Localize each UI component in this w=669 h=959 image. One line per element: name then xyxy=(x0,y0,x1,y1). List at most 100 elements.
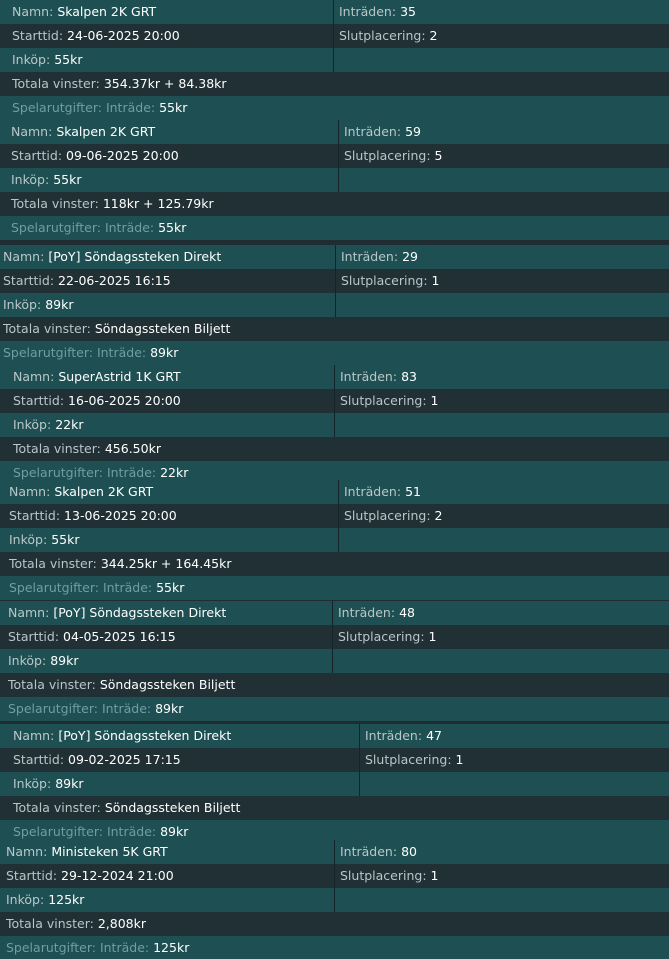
field-label: Slutplacering: xyxy=(344,148,431,163)
empty-cell xyxy=(338,528,669,552)
field-label: Inköp: xyxy=(8,653,47,668)
tournament-name: Namn: [PoY] Söndagssteken Direkt xyxy=(0,724,359,748)
tournament-name: Namn: Ministeken 5K GRT xyxy=(0,840,334,864)
field-label: Inköp: xyxy=(12,52,51,67)
field-value: [PoY] Söndagssteken Direkt xyxy=(53,605,227,620)
row-name: Namn: SuperAstrid 1K GRT Inträden: 83 xyxy=(0,365,669,389)
tournament-placement: Slutplacering: 5 xyxy=(338,144,669,168)
tournament-expenses: Spelarutgifter: Inträde: 55kr xyxy=(0,576,669,600)
field-value: 89kr xyxy=(55,776,84,791)
field-label: Inträde: xyxy=(101,701,152,716)
tournament-placement: Slutplacering: 1 xyxy=(335,269,669,293)
field-value: 09-06-2025 20:00 xyxy=(66,148,179,163)
row-expenses: Spelarutgifter: Inträde: 89kr xyxy=(0,697,669,721)
tournament-name: Namn: [PoY] Söndagssteken Direkt xyxy=(0,245,335,269)
row-start: Starttid: 22-06-2025 16:15 Slutplacering:… xyxy=(0,269,669,293)
tournament-card[interactable]: Namn: [PoY] Söndagssteken Direkt Inträden… xyxy=(0,724,669,844)
tournament-winnings: Totala vinster: 456.50kr xyxy=(0,437,669,461)
row-winnings: Totala vinster: Söndagssteken Biljett xyxy=(0,673,669,697)
field-value: 89kr xyxy=(45,297,74,312)
row-name: Namn: Ministeken 5K GRT Inträden: 80 xyxy=(0,840,669,864)
field-value: 1 xyxy=(455,752,464,767)
tournament-buyin: Inköp: 89kr xyxy=(0,649,332,673)
field-label: Inträden: xyxy=(344,484,402,499)
tournament-card[interactable]: Namn: Skalpen 2K GRT Inträden: 35 Starttid… xyxy=(0,0,669,120)
tournament-expenses: Spelarutgifter: Inträde: 125kr xyxy=(0,936,669,959)
tournament-winnings: Totala vinster: Söndagssteken Biljett xyxy=(0,796,669,820)
field-value: [PoY] Söndagssteken Direkt xyxy=(58,728,232,743)
field-value: 55kr xyxy=(156,580,185,595)
field-label: Inträden: xyxy=(365,728,423,743)
field-label: Slutplacering: xyxy=(339,28,426,43)
field-label: Inträden: xyxy=(341,249,399,264)
field-value: 1 xyxy=(430,868,439,883)
tournament-name: Namn: Skalpen 2K GRT xyxy=(0,0,333,24)
row-winnings: Totala vinster: 344.25kr + 164.45kr xyxy=(0,552,669,576)
field-value: 22kr xyxy=(55,417,84,432)
tournament-start-time: Starttid: 16-06-2025 20:00 xyxy=(0,389,334,413)
field-label: Spelarutgifter: xyxy=(12,100,102,115)
field-label: Spelarutgifter: xyxy=(11,220,101,235)
field-value: Söndagssteken Biljett xyxy=(94,321,231,336)
row-expenses: Spelarutgifter: Inträde: 55kr xyxy=(0,96,669,120)
tournament-card[interactable]: Namn: Skalpen 2K GRT Inträden: 51 Starttid… xyxy=(0,480,669,600)
field-label: Slutplacering: xyxy=(365,752,452,767)
tournament-card[interactable]: Namn: SuperAstrid 1K GRT Inträden: 83 Star… xyxy=(0,365,669,485)
row-winnings: Totala vinster: 2,808kr xyxy=(0,912,669,936)
field-label: Starttid: xyxy=(12,28,64,43)
field-value: SuperAstrid 1K GRT xyxy=(58,369,181,384)
row-expenses: Spelarutgifter: Inträde: 89kr xyxy=(0,341,669,365)
tournament-entries: Inträden: 35 xyxy=(333,0,669,24)
field-value: 51 xyxy=(405,484,421,499)
tournament-card[interactable]: Namn: Skalpen 2K GRT Inträden: 59 Starttid… xyxy=(0,120,669,240)
field-value: 55kr xyxy=(158,220,187,235)
tournament-card[interactable]: Namn: [PoY] Söndagssteken Direkt Inträden… xyxy=(0,245,669,365)
empty-cell xyxy=(334,413,669,437)
field-label: Spelarutgifter: xyxy=(3,345,93,360)
field-label: Totala vinster: xyxy=(13,800,101,815)
tournament-entries: Inträden: 51 xyxy=(338,480,669,504)
field-value: Ministeken 5K GRT xyxy=(51,844,168,859)
field-value: 456.50kr xyxy=(104,441,161,456)
field-value: 118kr + 125.79kr xyxy=(102,196,214,211)
row-winnings: Totala vinster: 118kr + 125.79kr xyxy=(0,192,669,216)
tournament-buyin: Inköp: 125kr xyxy=(0,888,334,912)
tournament-expenses: Spelarutgifter: Inträde: 89kr xyxy=(0,341,669,365)
tournament-buyin: Inköp: 22kr xyxy=(0,413,334,437)
field-label: Inträden: xyxy=(340,369,398,384)
row-start: Starttid: 24-06-2025 20:00 Slutplacering:… xyxy=(0,24,669,48)
row-start: Starttid: 09-02-2025 17:15 Slutplacering:… xyxy=(0,748,669,772)
empty-cell xyxy=(359,772,669,796)
tournament-start-time: Starttid: 13-06-2025 20:00 xyxy=(0,504,338,528)
field-value: 48 xyxy=(399,605,415,620)
tournament-entries: Inträden: 83 xyxy=(334,365,669,389)
tournament-card[interactable]: Namn: [PoY] Söndagssteken Direkt Inträden… xyxy=(0,601,669,721)
tournament-entries: Inträden: 80 xyxy=(334,840,669,864)
field-label: Inträden: xyxy=(344,124,402,139)
field-label: Inträden: xyxy=(339,4,397,19)
tournament-history: Namn: Skalpen 2K GRT Inträden: 35 Starttid… xyxy=(0,0,669,959)
field-value: 89kr xyxy=(160,824,189,839)
field-label: Totala vinster: xyxy=(12,76,100,91)
field-label: Namn: xyxy=(3,249,45,264)
field-label: Inköp: xyxy=(13,417,52,432)
field-label: Totala vinster: xyxy=(6,916,94,931)
field-label: Inträde: xyxy=(99,940,150,955)
tournament-placement: Slutplacering: 1 xyxy=(334,389,669,413)
field-label: Inträden: xyxy=(340,844,398,859)
field-value: 89kr xyxy=(155,701,184,716)
field-label: Spelarutgifter: xyxy=(8,701,98,716)
row-winnings: Totala vinster: Söndagssteken Biljett xyxy=(0,796,669,820)
tournament-placement: Slutplacering: 2 xyxy=(338,504,669,528)
row-buyin: Inköp: 22kr xyxy=(0,413,669,437)
field-label: Totala vinster: xyxy=(13,441,101,456)
tournament-card[interactable]: Namn: Ministeken 5K GRT Inträden: 80 Start… xyxy=(0,840,669,959)
tournament-expenses: Spelarutgifter: Inträde: 55kr xyxy=(0,216,669,240)
field-value: 59 xyxy=(405,124,421,139)
tournament-winnings: Totala vinster: Söndagssteken Biljett xyxy=(0,317,669,341)
row-buyin: Inköp: 55kr xyxy=(0,48,669,72)
field-value: 22-06-2025 16:15 xyxy=(58,273,171,288)
row-name: Namn: Skalpen 2K GRT Inträden: 35 xyxy=(0,0,669,24)
tournament-placement: Slutplacering: 1 xyxy=(332,625,669,649)
field-label: Totala vinster: xyxy=(9,556,97,571)
